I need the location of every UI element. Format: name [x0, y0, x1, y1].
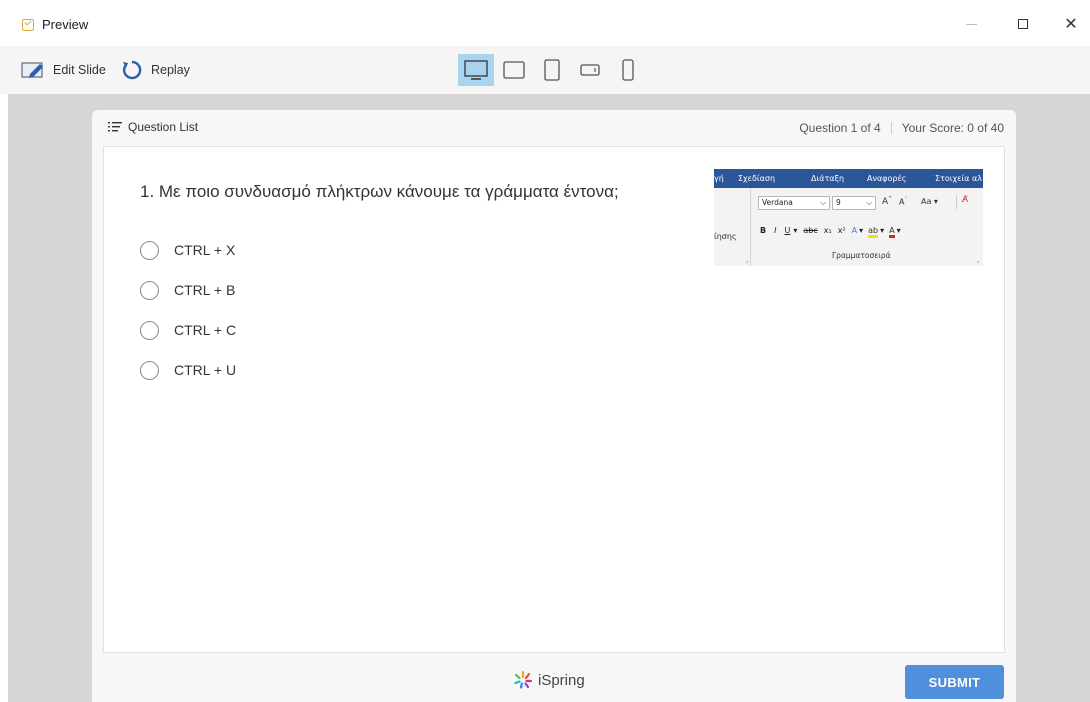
text-effects-icon: A: [851, 226, 858, 235]
ispring-brand-text: iSpring: [538, 671, 585, 689]
ribbon-font-group: Verdana ⌵ 9 ⌵ A^ Aˇ Aa ▾ A̸ B I U ▾ abc x₁ x² A…: [752, 188, 983, 266]
question-text: 1. Με ποιο συνδυασμό πλήκτρων κάνουμε τα…: [140, 182, 619, 201]
close-icon: ✕: [1064, 16, 1078, 33]
phone-portrait-icon: [622, 59, 634, 81]
tablet-portrait-icon: [544, 59, 560, 81]
dialog-launcher-icon: ⌟: [976, 257, 979, 264]
answer-option[interactable]: CTRL + X: [140, 230, 236, 270]
quiz-card: Question List Question 1 of 4 Your Score…: [92, 110, 1016, 702]
grow-font-icon: A^: [882, 196, 893, 207]
word-ribbon-image: γή Σχεδίαση Διάταξη Αναφορές Στοιχεία αλ…: [714, 169, 983, 266]
device-phone-landscape-button[interactable]: [572, 54, 608, 86]
minimize-button[interactable]: [956, 12, 986, 36]
radio-button[interactable]: [140, 240, 159, 260]
answer-option[interactable]: CTRL + U: [140, 350, 236, 390]
quiz-header: Question List Question 1 of 4 Your Score…: [92, 110, 1016, 146]
desktop-icon: [464, 60, 488, 80]
minimize-icon: [965, 23, 977, 25]
dialog-launcher-icon: ⌟: [745, 257, 748, 264]
underline-icon: U: [784, 226, 791, 235]
answer-label: CTRL + B: [174, 282, 236, 298]
window-titlebar: Preview ✕: [0, 0, 1090, 46]
ribbon-tab: γή: [714, 174, 724, 183]
ribbon-left-group-label: ίησης: [714, 232, 737, 241]
font-name-value: Verdana: [762, 198, 793, 207]
radio-button[interactable]: [140, 280, 159, 300]
font-group-label: Γραμματοσειρά: [832, 251, 891, 260]
divider: [890, 122, 892, 134]
answer-label: CTRL + C: [174, 322, 237, 338]
replay-label: Replay: [151, 63, 190, 77]
ribbon-tab-bar: γή Σχεδίαση Διάταξη Αναφορές Στοιχεία αλ: [714, 169, 983, 188]
window-title: Preview: [42, 17, 89, 32]
preview-toolbar: Edit Slide Replay: [0, 46, 1090, 94]
subscript-icon: x₁: [823, 226, 832, 235]
change-case-icon: Aa ▾: [921, 197, 938, 206]
ribbon-body: ίησης ⌟ Verdana ⌵ 9 ⌵ A^ Aˇ Aa ▾ A̸ B I …: [714, 188, 983, 266]
italic-icon: I: [774, 226, 777, 235]
bold-icon: B: [760, 226, 767, 235]
answer-label: CTRL + X: [174, 242, 236, 258]
highlight-icon: ab: [868, 226, 879, 238]
maximize-icon: [1018, 19, 1028, 29]
device-tablet-portrait-button[interactable]: [534, 54, 570, 86]
replay-icon: [122, 60, 142, 80]
device-phone-portrait-button[interactable]: [610, 54, 646, 86]
divider: [956, 195, 957, 209]
font-size-box: 9 ⌵: [832, 196, 876, 210]
answer-options: CTRL + X CTRL + B CTRL + C CTRL + U: [140, 230, 236, 390]
question-list-button[interactable]: Question List: [108, 120, 198, 134]
question-panel: 1. Με ποιο συνδυασμό πλήκτρων κάνουμε τα…: [103, 146, 1005, 653]
radio-button[interactable]: [140, 320, 159, 340]
phone-landscape-icon: [580, 64, 600, 76]
device-desktop-button[interactable]: [458, 54, 494, 86]
ribbon-tab: Στοιχεία αλ: [935, 174, 982, 183]
progress-area: Question 1 of 4 Your Score: 0 of 40: [799, 121, 1004, 135]
answer-option[interactable]: CTRL + B: [140, 270, 236, 310]
answer-label: CTRL + U: [174, 362, 237, 378]
superscript-icon: x²: [837, 226, 846, 235]
ribbon-tab: Διάταξη: [811, 174, 845, 183]
close-button[interactable]: ✕: [1056, 12, 1086, 36]
font-format-row: B I U ▾ abc x₁ x² A ▾ ab ▾ A ▾: [760, 226, 901, 238]
device-tablet-landscape-button[interactable]: [496, 54, 532, 86]
ribbon-tab: Αναφορές: [867, 174, 907, 183]
clear-formatting-icon: A̸: [962, 195, 969, 205]
tablet-landscape-icon: [503, 61, 525, 79]
font-color-icon: A: [889, 226, 895, 238]
chevron-down-icon: ⌵: [820, 198, 826, 207]
ispring-logo-icon: [514, 670, 533, 689]
shrink-font-icon: Aˇ: [899, 197, 907, 207]
preview-app-icon: [22, 19, 34, 31]
font-size-value: 9: [836, 198, 841, 207]
submit-button[interactable]: SUBMIT: [905, 665, 1004, 699]
ispring-logo: iSpring: [513, 670, 585, 690]
maximize-button[interactable]: [1008, 12, 1038, 36]
answer-option[interactable]: CTRL + C: [140, 310, 236, 350]
ribbon-tab: Σχεδίαση: [738, 174, 776, 183]
stage-left-edge: [0, 94, 8, 702]
question-list-label: Question List: [128, 120, 199, 134]
edit-slide-label: Edit Slide: [53, 63, 106, 77]
score-text: Your Score: 0 of 40: [901, 121, 1004, 135]
edit-slide-button[interactable]: Edit Slide: [21, 58, 106, 82]
strikethrough-icon: abc: [803, 226, 818, 235]
ribbon-left-group: ίησης ⌟: [714, 188, 751, 266]
edit-slide-icon: [21, 62, 43, 78]
list-icon: [108, 122, 122, 132]
radio-button[interactable]: [140, 360, 159, 380]
chevron-down-icon: ⌵: [866, 198, 872, 207]
replay-button[interactable]: Replay: [121, 58, 190, 82]
font-name-box: Verdana ⌵: [758, 196, 830, 210]
question-counter: Question 1 of 4: [799, 121, 881, 135]
